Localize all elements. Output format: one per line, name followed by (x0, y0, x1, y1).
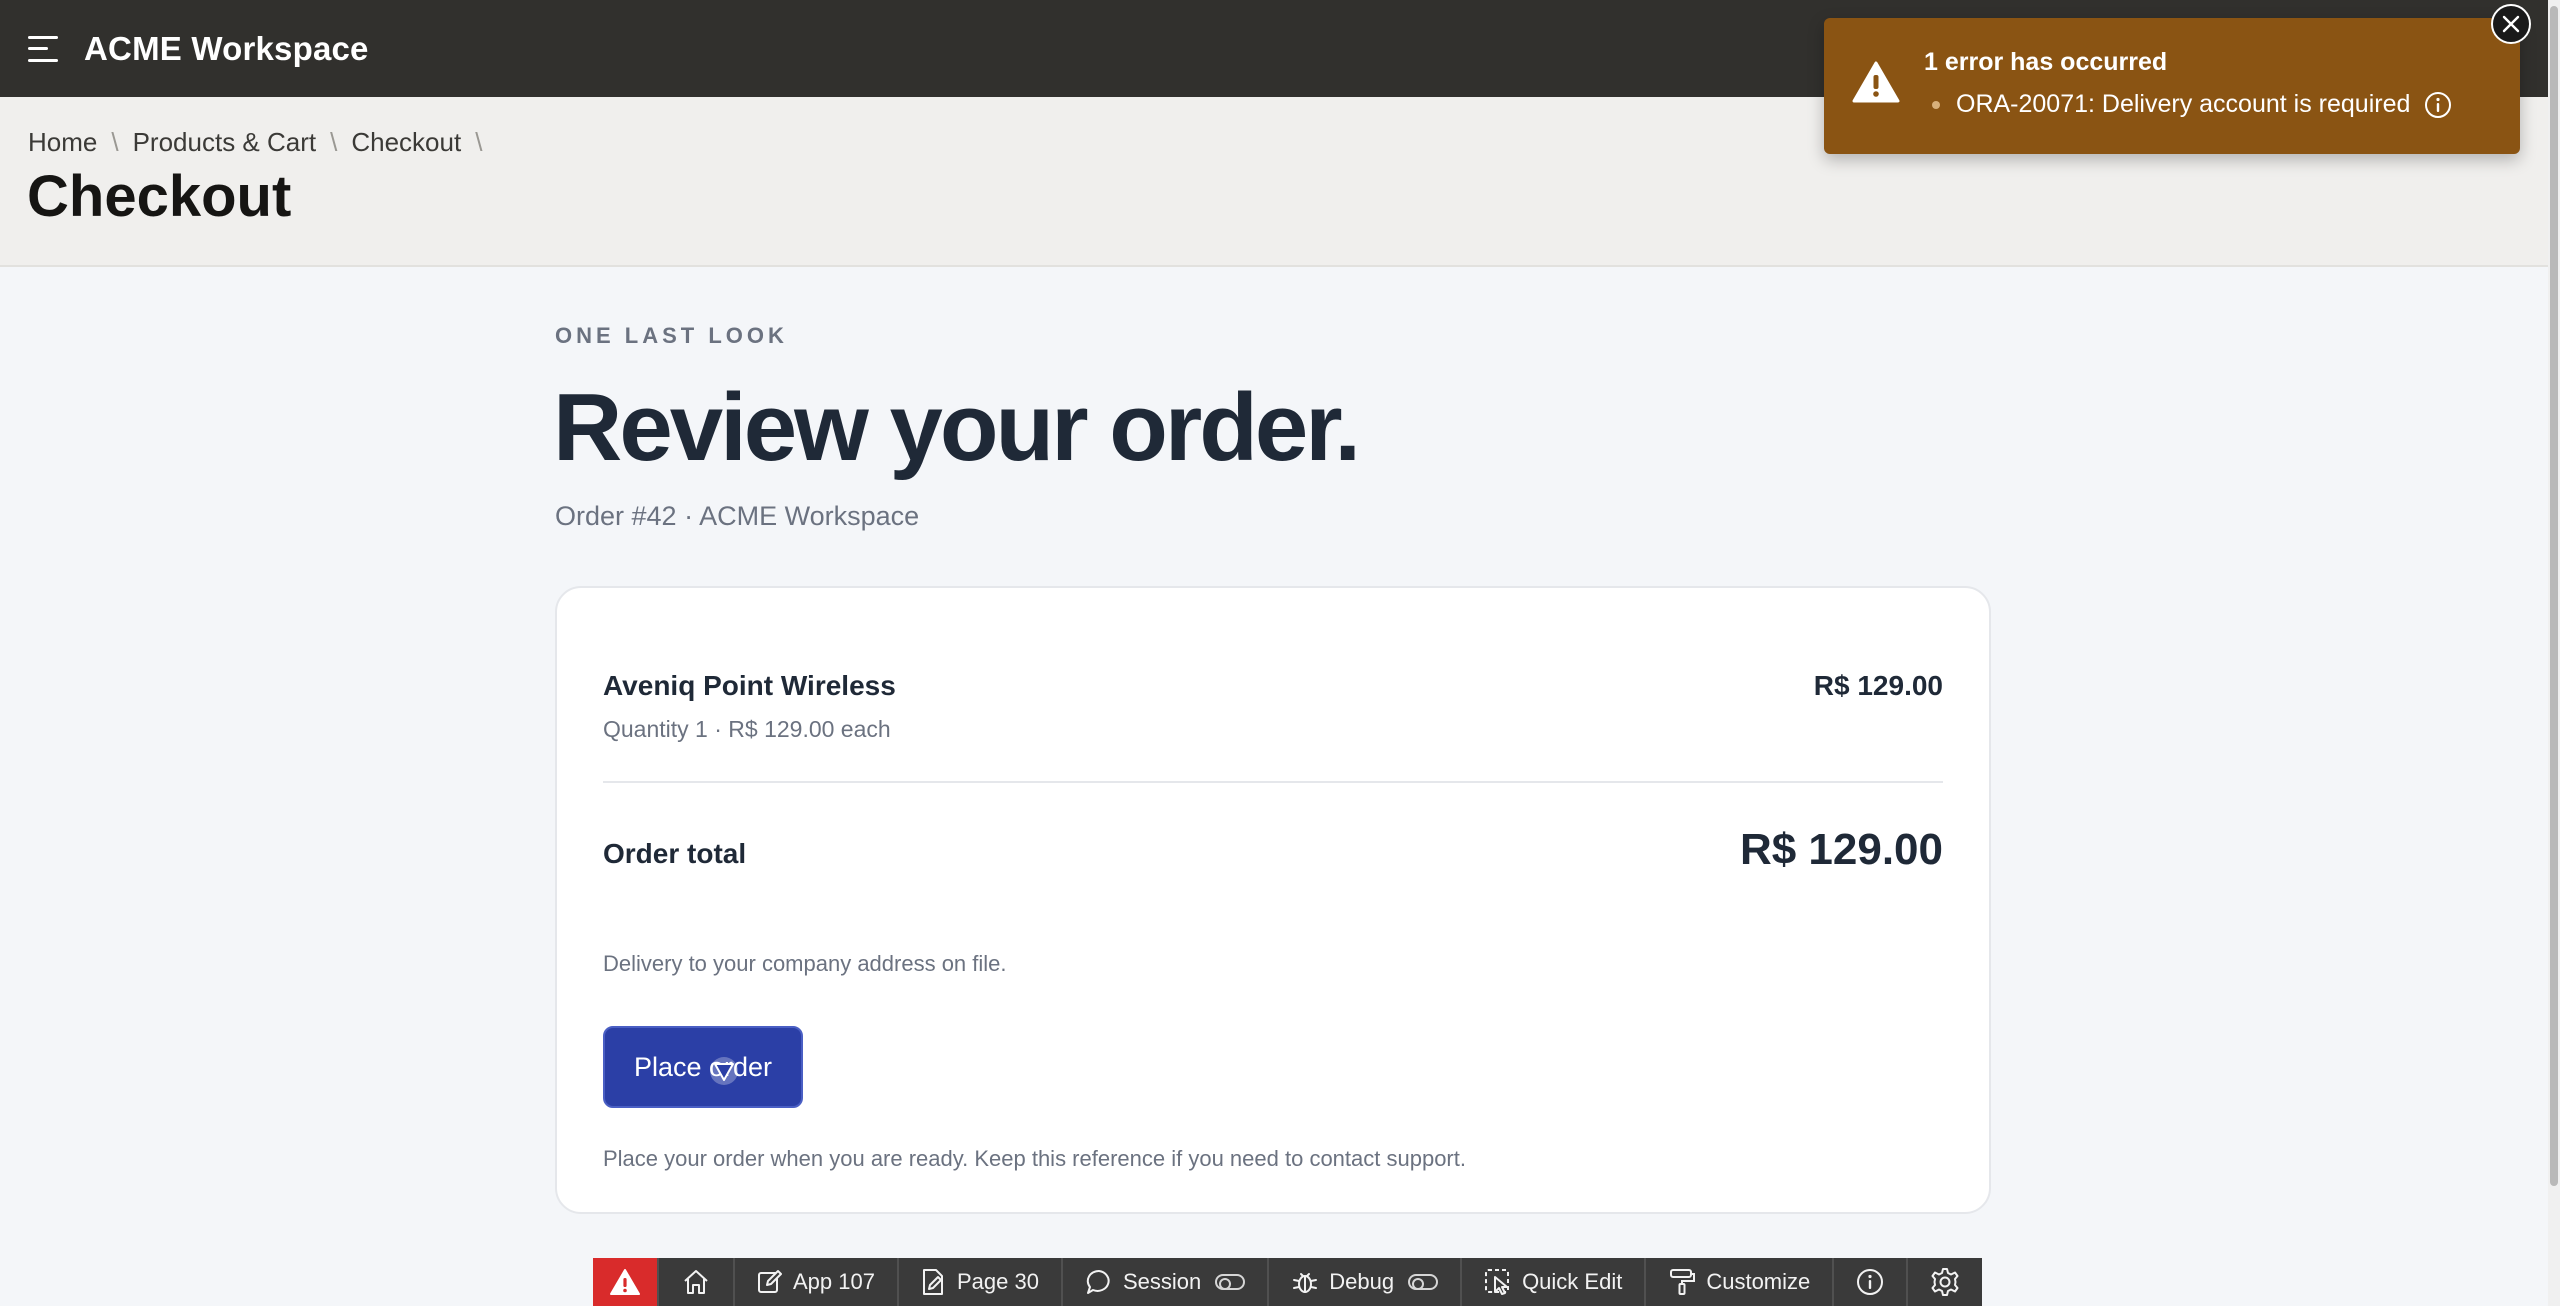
dev-page-button[interactable]: Page 30 (899, 1258, 1063, 1306)
gear-icon (1931, 1268, 1959, 1296)
breadcrumb-checkout[interactable]: Checkout (351, 127, 461, 158)
dev-app-label: App 107 (793, 1269, 875, 1294)
dev-page-label: Page 30 (956, 1269, 1039, 1294)
dev-customize-label: Customize (1706, 1269, 1811, 1294)
toast-message: ORA-20071: Delivery account is required (1956, 90, 2411, 118)
dev-info-button[interactable] (1834, 1258, 1909, 1306)
info-icon[interactable] (2424, 91, 2452, 119)
dev-debug-label: Debug (1329, 1269, 1395, 1294)
dev-customize-button[interactable]: Customize (1646, 1258, 1835, 1306)
hamburger-menu-icon[interactable] (28, 35, 58, 62)
close-icon (2502, 15, 2520, 33)
dev-settings-button[interactable] (1908, 1258, 1982, 1306)
dev-debug-button[interactable]: Debug (1269, 1258, 1463, 1306)
help-note: Place your order when you are ready. Kee… (603, 1146, 1466, 1171)
bug-icon (1293, 1273, 1318, 1293)
page-edit-icon (922, 1269, 943, 1295)
order-total-value: R$ 129.00 (1739, 825, 1943, 874)
dev-app-button[interactable]: App 107 (735, 1258, 899, 1306)
item-price: R$ 129.00 (1813, 670, 1943, 701)
dev-quick-edit-label: Quick Edit (1522, 1269, 1623, 1294)
breadcrumb: Home \ Products & Cart \ Checkout \ (28, 127, 496, 158)
chat-bubble-icon (1086, 1269, 1110, 1294)
warning-icon (610, 1269, 640, 1295)
warning-icon (1852, 61, 1900, 103)
scrollbar-thumb[interactable] (2550, 6, 2558, 1186)
place-order-label: Place order (633, 1051, 773, 1082)
breadcrumb-products-cart[interactable]: Products & Cart (133, 127, 317, 158)
toast-message-row: ORA-20071: Delivery account is required (1932, 90, 2452, 119)
divider (603, 781, 1943, 783)
info-icon (1857, 1269, 1884, 1295)
breadcrumb-separator: \ (475, 127, 483, 157)
order-total-label: Order total (603, 838, 747, 869)
debug-toggle[interactable] (1408, 1274, 1439, 1290)
close-toast-button[interactable] (2491, 4, 2531, 44)
page-scrollbar[interactable] (2548, 0, 2560, 1306)
order-summary-card: Aveniq Point Wireless R$ 129.00 Quantity… (555, 586, 1991, 1214)
dev-session-label: Session (1122, 1269, 1202, 1294)
delivery-note: Delivery to your company address on file… (603, 951, 1007, 976)
app-title[interactable]: ACME Workspace (84, 30, 369, 68)
edit-icon (758, 1270, 782, 1293)
order-subline: Order #42 · ACME Workspace (555, 501, 920, 531)
dev-quick-edit-button[interactable]: Quick Edit (1462, 1258, 1647, 1306)
item-name: Aveniq Point Wireless (603, 670, 896, 701)
quick-edit-icon (1485, 1269, 1510, 1295)
item-quantity-meta: Quantity 1 · R$ 129.00 each (603, 716, 891, 742)
dev-home-button[interactable] (659, 1258, 735, 1306)
cursor-pointer-icon (710, 1057, 738, 1085)
paint-roller-icon (1670, 1269, 1696, 1295)
error-toast: 1 error has occurred ORA-20071: Delivery… (1824, 18, 2520, 154)
session-toggle[interactable] (1215, 1274, 1246, 1290)
dev-errors-button[interactable] (593, 1258, 659, 1306)
bullet-dot (1932, 100, 1940, 109)
toast-title: 1 error has occurred (1924, 48, 2168, 76)
breadcrumb-home[interactable]: Home (28, 127, 97, 158)
eyebrow-label: ONE LAST LOOK (555, 323, 788, 348)
breadcrumb-separator: \ (111, 127, 119, 157)
review-headline: Review your order. (553, 374, 1361, 481)
developer-toolbar: App 107 Page 30 Session Debug Quick Edit (593, 1258, 1983, 1306)
home-icon (684, 1270, 708, 1294)
place-order-button[interactable]: Place order (603, 1026, 803, 1108)
dev-session-button[interactable]: Session (1063, 1258, 1270, 1306)
breadcrumb-separator: \ (330, 127, 338, 157)
page-title: Checkout (27, 164, 292, 229)
